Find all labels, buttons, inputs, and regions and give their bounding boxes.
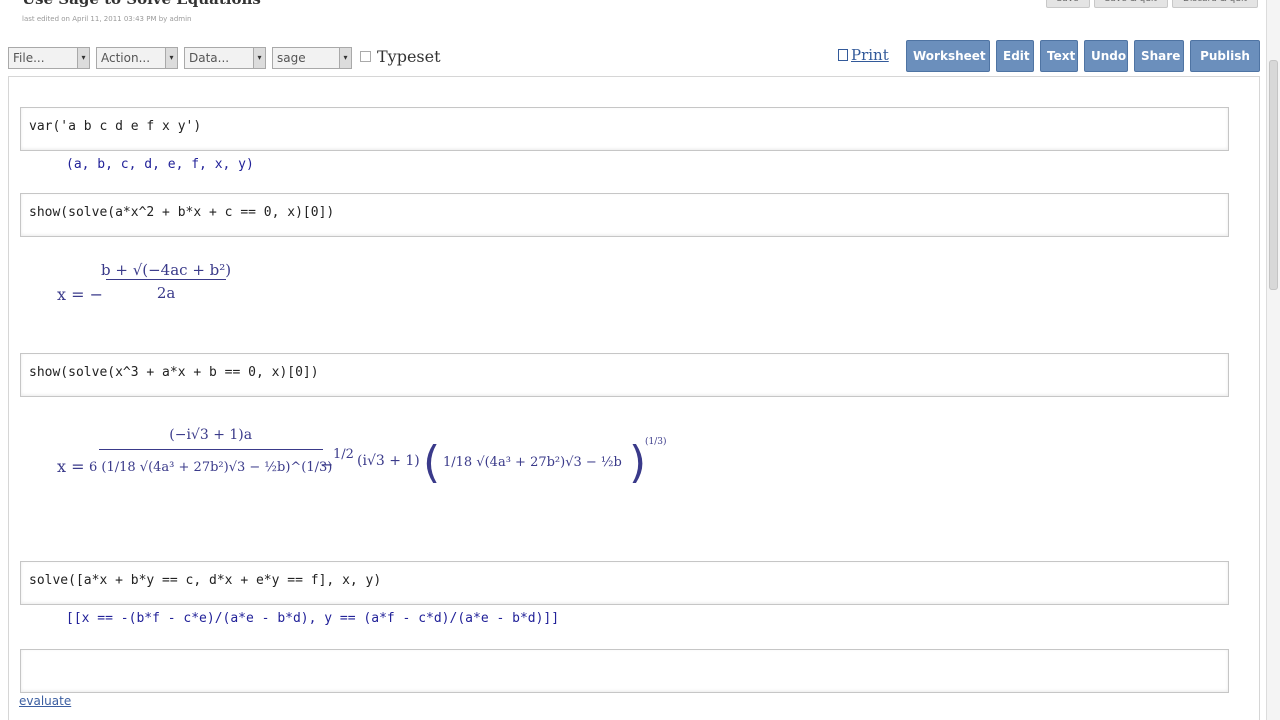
vertical-scrollbar[interactable] xyxy=(1266,0,1280,720)
cell-code[interactable]: var('a b c d e f x y') xyxy=(29,119,201,134)
worksheet-header: Use Sage to Solve Equations last edited … xyxy=(0,0,1280,40)
undo-button[interactable]: Undo xyxy=(1084,40,1128,72)
worksheet-area: var('a b c d e f x y') (a, b, c, d, e, f… xyxy=(8,76,1260,720)
quadratic-numerator: b + √(−4ac + b²) xyxy=(101,261,232,279)
cubic-exponent: (1/3) xyxy=(645,437,667,447)
file-menu[interactable]: File... ▾ xyxy=(8,47,90,69)
save-quit-button[interactable]: Save & quit xyxy=(1093,0,1168,8)
input-cell[interactable]: show(solve(x^3 + a*x + b == 0, x)[0]) xyxy=(20,353,1229,397)
input-cell[interactable]: show(solve(a*x^2 + b*x + c == 0, x)[0]) xyxy=(20,193,1229,237)
system-select-label: sage xyxy=(277,51,306,65)
system-select[interactable]: sage ▾ xyxy=(272,47,352,69)
chevron-down-icon: ▾ xyxy=(253,48,265,68)
print-link[interactable]: Print xyxy=(838,46,889,64)
right-paren: ) xyxy=(629,437,647,488)
chevron-down-icon: ▾ xyxy=(77,48,89,68)
cubic-fraction: (−i√3 + 1)a 6 (1/18 √(4a³ + 27b²)√3 − ½b… xyxy=(89,427,332,475)
file-menu-label: File... xyxy=(13,51,45,65)
left-paren: ( xyxy=(423,437,441,488)
worksheet-button[interactable]: Worksheet xyxy=(906,40,990,72)
data-menu[interactable]: Data... ▾ xyxy=(184,47,266,69)
quadratic-lhs: x = − xyxy=(57,285,104,304)
top-button-group: Save Save & quit Discard & quit xyxy=(1045,0,1258,8)
cell-output: (a, b, c, d, e, f, x, y) xyxy=(66,157,254,172)
cubic-middle-term: (i√3 + 1) xyxy=(357,453,420,469)
action-menu-label: Action... xyxy=(101,51,151,65)
worksheet-title[interactable]: Use Sage to Solve Equations xyxy=(22,0,261,8)
evaluate-link[interactable]: evaluate xyxy=(19,694,71,708)
last-edited-text: last edited on April 11, 2011 03:43 PM b… xyxy=(22,15,192,23)
typeset-toggle[interactable]: Typeset xyxy=(360,47,441,66)
text-button[interactable]: Text xyxy=(1040,40,1078,72)
quadratic-fraction: b + √(−4ac + b²) 2a xyxy=(101,261,231,302)
discard-quit-button[interactable]: Discard & quit xyxy=(1171,0,1258,8)
fraction-bar xyxy=(98,449,323,450)
chevron-down-icon: ▾ xyxy=(339,48,351,68)
cubic-numerator: (−i√3 + 1)a xyxy=(169,427,253,443)
input-cell[interactable] xyxy=(20,649,1229,693)
cell-code[interactable]: show(solve(x^3 + a*x + b == 0, x)[0]) xyxy=(29,365,319,380)
save-button[interactable]: Save xyxy=(1045,0,1090,8)
scrollbar-thumb[interactable] xyxy=(1269,60,1278,290)
cell-code[interactable]: solve([a*x + b*y == c, d*x + e*y == f], … xyxy=(29,573,381,588)
typeset-label: Typeset xyxy=(377,47,441,66)
printer-icon xyxy=(838,49,848,61)
quadratic-denominator: 2a xyxy=(156,284,176,302)
cubic-lhs: x = xyxy=(57,457,85,476)
publish-button[interactable]: Publish xyxy=(1190,40,1260,72)
cell-output: [[x == -(b*f - c*e)/(a*e - b*d), y == (a… xyxy=(66,611,560,626)
fraction-bar xyxy=(106,279,227,280)
chevron-down-icon: ▾ xyxy=(165,48,177,68)
cell-code[interactable]: show(solve(a*x^2 + b*x + c == 0, x)[0]) xyxy=(29,205,334,220)
toolbar: File... ▾ Action... ▾ Data... ▾ sage ▾ T… xyxy=(8,40,1272,72)
cubic-denominator: 6 (1/18 √(4a³ + 27b²)√3 − ½b)^(1/3) xyxy=(89,460,333,475)
data-menu-label: Data... xyxy=(189,51,230,65)
action-menu[interactable]: Action... ▾ xyxy=(96,47,178,69)
print-label: Print xyxy=(851,46,889,64)
input-cell[interactable]: var('a b c d e f x y') xyxy=(20,107,1229,151)
typeset-checkbox[interactable] xyxy=(360,51,371,62)
cubic-half: 1/2 xyxy=(333,447,354,462)
share-button[interactable]: Share xyxy=(1134,40,1184,72)
cubic-minus: − xyxy=(320,455,334,474)
input-cell[interactable]: solve([a*x + b*y == c, d*x + e*y == f], … xyxy=(20,561,1229,605)
cubic-inner-term: 1/18 √(4a³ + 27b²)√3 − ½b xyxy=(443,455,622,470)
edit-button[interactable]: Edit xyxy=(996,40,1034,72)
